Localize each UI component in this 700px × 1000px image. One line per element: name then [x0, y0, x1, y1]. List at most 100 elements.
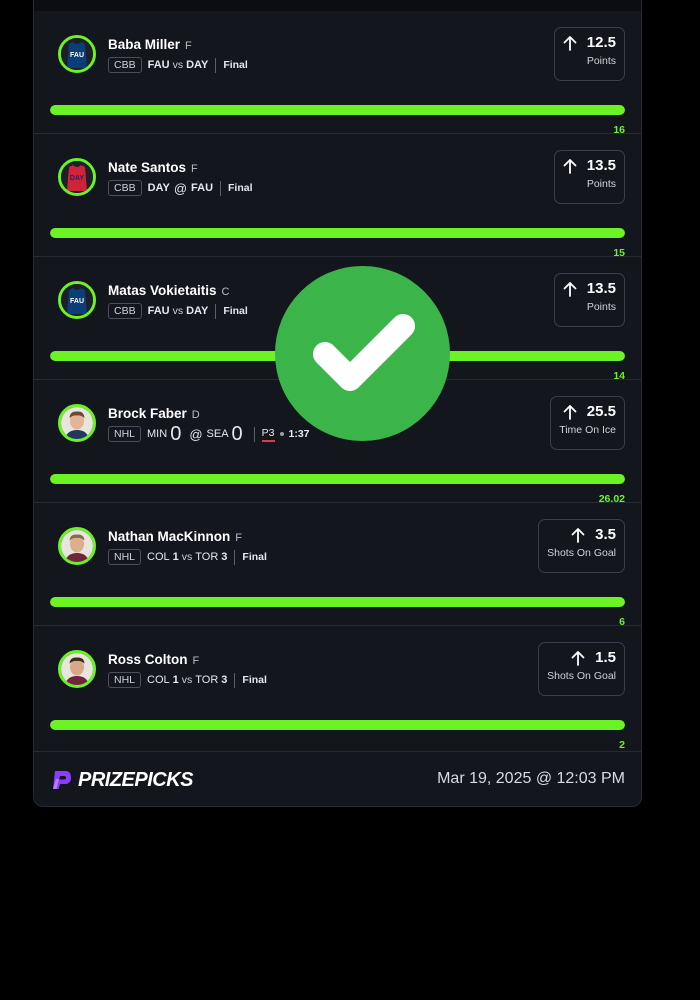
line-value: 13.5: [586, 157, 616, 174]
card-top-strip: [34, 0, 641, 11]
league-badge: CBB: [108, 303, 142, 319]
player-position: F: [192, 655, 200, 667]
jersey-text: DAY: [70, 175, 84, 182]
arrow-up-icon: [563, 281, 577, 297]
team-home: COL: [147, 551, 170, 563]
projection-box: 13.5 Points: [553, 273, 625, 327]
arrow-up-icon: [571, 650, 585, 666]
team-score: 1: [172, 551, 179, 563]
matchup-connector: vs: [181, 674, 193, 686]
matchup-connector: @: [189, 426, 203, 442]
pick-row[interactable]: DAY Nate Santos F CBB DAY @ FAU Final 13.…: [34, 134, 641, 259]
projection-box: 25.5 Time On Ice: [550, 396, 625, 450]
team-away: MIN: [147, 428, 168, 440]
stat-type: Points: [586, 301, 616, 313]
projection-box: 3.5 Shots On Goal: [538, 519, 625, 573]
player-name-text: Matas Vokietaitis: [108, 283, 217, 298]
line-value: 3.5: [595, 526, 616, 543]
progress-bar: [50, 105, 625, 115]
stat-type: Time On Ice: [559, 424, 616, 436]
team-away: TOR: [195, 674, 219, 686]
team-away: TOR: [195, 551, 219, 563]
matchup-connector: vs: [172, 59, 184, 71]
pick-row[interactable]: Ross Colton F NHL COL 1 vs TOR 3 Final 1.…: [34, 626, 641, 751]
player-position: F: [235, 532, 242, 544]
line-value: 25.5: [586, 403, 616, 420]
game-period: P3: [261, 427, 275, 442]
player-name-text: Baba Miller: [108, 37, 181, 52]
team-score: 3: [221, 674, 228, 686]
pick-row[interactable]: FAU Baba Miller F CBB FAU vs DAY Final 12…: [34, 11, 641, 136]
team-home: FAU: [147, 59, 170, 71]
game-status: Final: [242, 674, 267, 686]
player-name-text: Ross Colton: [108, 652, 188, 667]
player-headshot-icon: [58, 527, 96, 565]
game-status: Final: [228, 182, 253, 194]
checkmark-icon: [275, 266, 450, 441]
stat-type: Shots On Goal: [547, 547, 616, 559]
divider: [215, 57, 217, 73]
player-name: Brock Faber D: [108, 406, 200, 421]
league-badge: NHL: [108, 549, 142, 565]
player-position: D: [191, 409, 200, 421]
game-info: CBB FAU vs DAY Final: [108, 57, 248, 73]
progress-bar: [50, 228, 625, 238]
player-position: F: [191, 163, 198, 175]
game-status: Final: [242, 551, 267, 563]
progress-fill: [50, 720, 625, 730]
team-score: 0: [231, 423, 243, 445]
prizepicks-logo-icon: [53, 771, 71, 789]
player-name: Matas Vokietaitis C: [108, 283, 230, 298]
divider: [234, 672, 236, 688]
projection-box: 13.5 Points: [553, 150, 625, 204]
jersey-text: FAU: [70, 298, 84, 305]
team-jersey-icon: FAU: [58, 281, 96, 319]
player-headshot-icon: [58, 404, 96, 442]
game-status: Final: [223, 305, 248, 317]
line-value: 13.5: [586, 280, 616, 297]
progress-bar: [50, 597, 625, 607]
prizepicks-logo: PRIZEPICKS: [50, 768, 194, 792]
divider: [220, 180, 222, 196]
team-away: DAY: [186, 305, 209, 317]
line-value: 12.5: [586, 34, 616, 51]
divider: [215, 303, 217, 319]
player-name: Baba Miller F: [108, 37, 192, 52]
team-home: SEA: [206, 428, 229, 440]
player-name-text: Nathan MacKinnon: [108, 529, 231, 544]
team-jersey-icon: FAU: [58, 35, 96, 73]
arrow-up-icon: [563, 35, 577, 51]
jersey-text: FAU: [70, 52, 84, 59]
progress-bar: [50, 474, 625, 484]
card-footer: PRIZEPICKS Mar 19, 2025 @ 12:03 PM: [34, 751, 641, 807]
league-badge: NHL: [108, 672, 142, 688]
success-badge: [275, 266, 450, 441]
league-badge: CBB: [108, 180, 142, 196]
game-info: NHL COL 1 vs TOR 3 Final: [108, 672, 267, 688]
progress-fill: [50, 228, 625, 238]
player-name: Nathan MacKinnon F: [108, 529, 242, 544]
player-name: Nate Santos F: [108, 160, 198, 175]
player-name: Ross Colton F: [108, 652, 199, 667]
player-name-text: Brock Faber: [108, 406, 187, 421]
actual-result: 2: [619, 739, 625, 751]
team-home: FAU: [147, 305, 170, 317]
projection-box: 1.5 Shots On Goal: [538, 642, 625, 696]
divider: [253, 426, 255, 442]
team-away: DAY: [186, 59, 209, 71]
team-score: 0: [170, 423, 182, 445]
league-badge: CBB: [108, 57, 142, 73]
stat-type: Points: [586, 55, 616, 67]
game-status: Final: [223, 59, 248, 71]
player-name-text: Nate Santos: [108, 160, 187, 175]
stat-type: Shots On Goal: [547, 670, 616, 682]
progress-bar: [50, 720, 625, 730]
game-info: NHL COL 1 vs TOR 3 Final: [108, 549, 267, 565]
player-position: F: [185, 40, 192, 52]
entry-timestamp: Mar 19, 2025 @ 12:03 PM: [437, 770, 625, 787]
progress-fill: [50, 105, 625, 115]
divider: [234, 549, 236, 565]
arrow-up-icon: [563, 404, 577, 420]
pick-row[interactable]: Nathan MacKinnon F NHL COL 1 vs TOR 3 Fin…: [34, 503, 641, 628]
team-home: DAY: [147, 182, 170, 194]
